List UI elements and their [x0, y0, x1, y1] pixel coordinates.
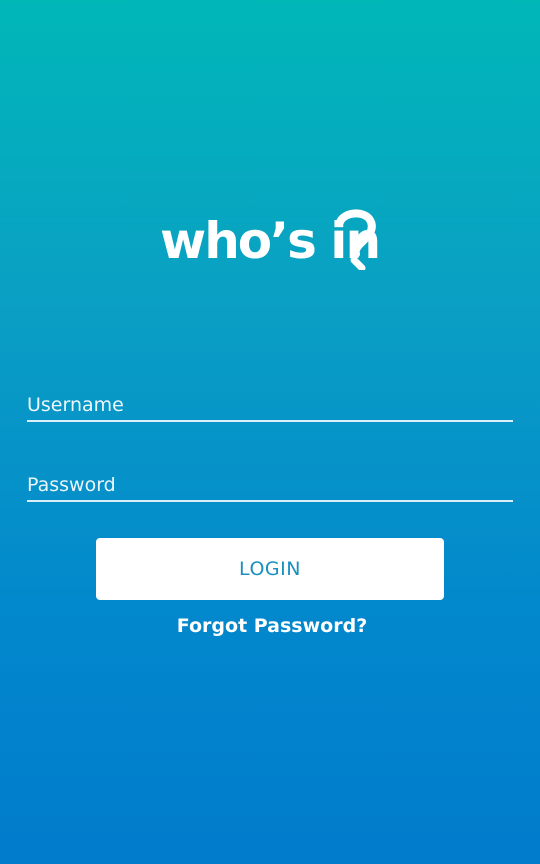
logo-graphic: who’s in: [160, 209, 381, 270]
username-field[interactable]: [27, 380, 513, 422]
app-logo: who’s in: [158, 206, 384, 270]
login-button[interactable]: LOGIN: [96, 538, 444, 600]
login-screen: who’s in LOGIN Forgot Password?: [0, 0, 540, 864]
forgot-password-link[interactable]: Forgot Password?: [0, 615, 540, 637]
password-input[interactable]: [27, 474, 513, 496]
password-field[interactable]: [27, 460, 513, 502]
logo-wordmark: who’s in: [160, 212, 379, 270]
username-input[interactable]: [27, 394, 513, 416]
